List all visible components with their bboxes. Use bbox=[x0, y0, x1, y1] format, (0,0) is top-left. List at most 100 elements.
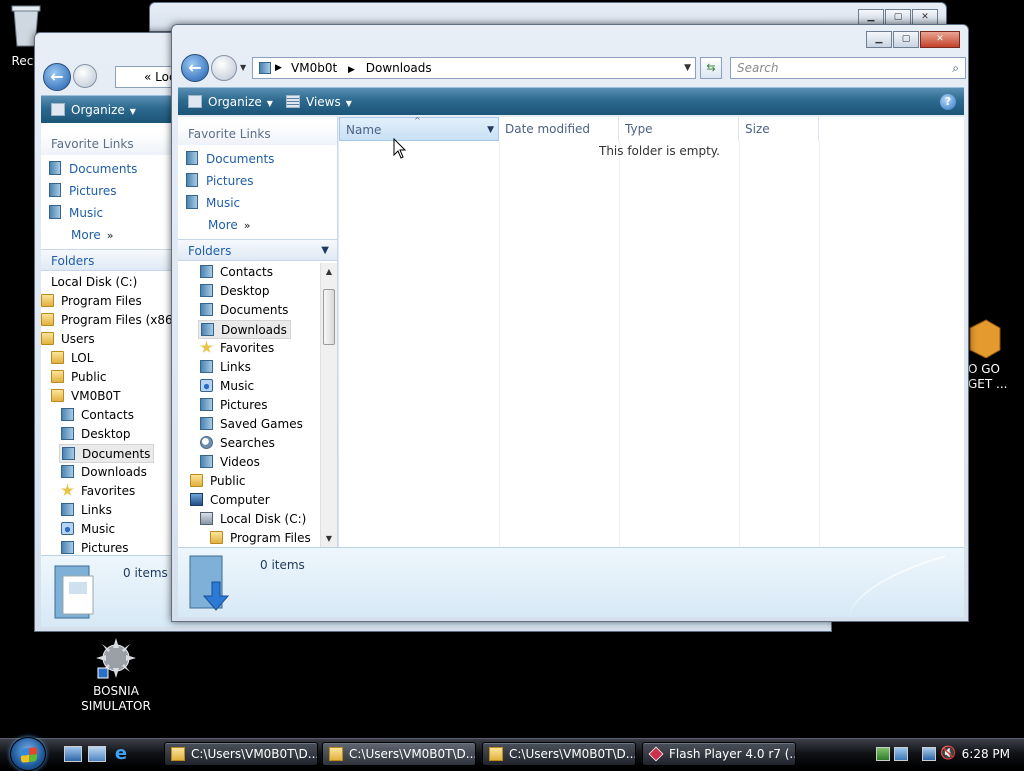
tree-item-local-disk[interactable]: Local Disk (C:) bbox=[200, 510, 306, 529]
back-tree-item[interactable]: Local Disk (C:) bbox=[51, 273, 137, 292]
column-header-type[interactable]: Type bbox=[619, 117, 739, 141]
column-header-name[interactable]: ^ Name ▼ bbox=[339, 116, 499, 142]
back-tree-item[interactable]: LOL bbox=[51, 349, 93, 368]
address-bar[interactable]: ▶ VM0b0t ▶ Downloads ▼ bbox=[252, 57, 696, 79]
scroll-up-icon[interactable]: ▲ bbox=[321, 263, 337, 280]
refresh-icon[interactable]: ⇆ bbox=[700, 57, 722, 79]
back-tree-item[interactable]: Users bbox=[41, 330, 95, 349]
back-window-organize-button[interactable]: Organize ▼ bbox=[51, 101, 136, 119]
breadcrumb-downloads[interactable]: Downloads bbox=[366, 61, 432, 75]
file-list[interactable]: ^ Name ▼ Date modified Type Size This fo… bbox=[339, 116, 964, 547]
bosnia-label-line1: BOSNIA bbox=[93, 684, 139, 698]
tree-item-pictures[interactable]: Pictures bbox=[200, 396, 268, 415]
scroll-down-icon[interactable]: ▼ bbox=[321, 530, 337, 547]
back-fav-documents[interactable]: Documents bbox=[49, 159, 137, 179]
desktop-icon-bosnia-simulator[interactable]: BOSNIA SIMULATOR bbox=[76, 636, 156, 714]
back-tree-item[interactable]: VM0B0T bbox=[51, 387, 120, 406]
tree-label: Links bbox=[220, 360, 251, 374]
column-header-size[interactable]: Size bbox=[739, 117, 819, 141]
back-button[interactable]: ← bbox=[181, 54, 209, 82]
back-window-folders-bar[interactable]: Folders bbox=[41, 249, 172, 271]
system-clock[interactable]: 6:28 PM bbox=[962, 739, 1010, 769]
column-label: Date modified bbox=[505, 122, 591, 136]
folder-icon bbox=[51, 370, 64, 383]
tree-label: Saved Games bbox=[220, 417, 303, 431]
decorative-swoosh bbox=[838, 555, 956, 617]
tree-item-desktop[interactable]: Desktop bbox=[200, 282, 270, 301]
back-tree-item[interactable]: Favorites bbox=[61, 482, 135, 501]
back-tree-item[interactable]: Desktop bbox=[61, 425, 131, 444]
column-filter-dropdown-icon[interactable]: ▼ bbox=[487, 118, 494, 142]
back-tree-item[interactable]: Links bbox=[61, 501, 112, 520]
taskbar-button-explorer-3[interactable]: C:\Users\VM0B0T\D... bbox=[482, 742, 636, 766]
pictures-icon bbox=[186, 173, 198, 187]
close-button[interactable]: ✕ bbox=[920, 31, 960, 48]
switch-windows-icon[interactable] bbox=[88, 746, 106, 762]
fav-link-more[interactable]: More » bbox=[208, 215, 250, 235]
tree-item-downloads[interactable]: Downloads bbox=[198, 320, 291, 339]
back-tree-item[interactable]: Public bbox=[51, 368, 107, 387]
back-window-back-button[interactable]: ← bbox=[43, 63, 71, 91]
tree-item-computer[interactable]: Computer bbox=[190, 491, 270, 510]
scroll-thumb[interactable] bbox=[323, 289, 335, 345]
network-icon[interactable] bbox=[922, 747, 936, 761]
minimize-button[interactable]: ▁ bbox=[866, 31, 892, 48]
back-tree-item[interactable]: Program Files bbox=[41, 292, 142, 311]
folders-scrollbar[interactable]: ▲ ▼ bbox=[320, 263, 337, 547]
recent-pages-chevron-icon[interactable]: ▼ bbox=[240, 63, 246, 72]
back-fav-pictures[interactable]: Pictures bbox=[49, 181, 117, 201]
column-divider bbox=[739, 141, 740, 547]
breadcrumb-separator-icon: ▶ bbox=[347, 65, 355, 75]
tree-item-videos[interactable]: Videos bbox=[200, 453, 260, 472]
tree-item-searches[interactable]: Searches bbox=[200, 434, 275, 453]
address-dropdown-icon[interactable]: ▼ bbox=[684, 58, 691, 78]
fav-link-documents[interactable]: Documents bbox=[186, 149, 274, 169]
back-tree-item[interactable]: Pictures bbox=[61, 539, 129, 555]
sort-ascending-icon: ^ bbox=[414, 116, 421, 125]
forward-button[interactable] bbox=[211, 55, 237, 81]
back-window-forward-button[interactable] bbox=[73, 64, 97, 88]
tree-item-favorites[interactable]: Favorites bbox=[200, 339, 274, 358]
tree-item-program-files[interactable]: Program Files bbox=[210, 529, 311, 547]
taskbar-button-flash-player[interactable]: Flash Player 4.0 r7 (... bbox=[642, 742, 796, 766]
explorer-window-front: ▁ ▢ ✕ ← ▼ ▶ VM0b0t ▶ Downloads ▼ ⇆ Searc… bbox=[171, 24, 969, 622]
internet-explorer-icon[interactable]: e bbox=[112, 745, 130, 763]
tree-item-saved-games[interactable]: Saved Games bbox=[200, 415, 303, 434]
views-button[interactable]: Views ▼ bbox=[286, 93, 352, 111]
taskbar-button-explorer-1[interactable]: C:\Users\VM0B0T\D... bbox=[164, 742, 318, 766]
back-fav-music[interactable]: Music bbox=[49, 203, 103, 223]
back-window-item-count: 0 items bbox=[123, 566, 168, 580]
show-desktop-icon[interactable] bbox=[64, 746, 82, 762]
back-fav-more[interactable]: More » bbox=[71, 225, 113, 245]
fav-link-music[interactable]: Music bbox=[186, 193, 240, 213]
breadcrumb-vm0b0t[interactable]: VM0b0t bbox=[291, 61, 337, 75]
organize-button[interactable]: Organize ▼ bbox=[188, 93, 273, 111]
start-button[interactable] bbox=[10, 737, 46, 771]
help-icon[interactable]: ? bbox=[940, 94, 956, 110]
fav-label: Pictures bbox=[69, 184, 117, 198]
tree-item-public[interactable]: Public bbox=[190, 472, 246, 491]
tree-item-documents[interactable]: Documents bbox=[200, 301, 288, 320]
search-input[interactable]: Search ⌕ bbox=[730, 57, 966, 79]
search-icon[interactable]: ⌕ bbox=[952, 58, 959, 78]
double-chevron-icon: » bbox=[243, 219, 251, 232]
tree-item-links[interactable]: Links bbox=[200, 358, 251, 377]
back-tree-item-selected[interactable]: Documents bbox=[59, 444, 155, 463]
back-tree-item[interactable]: Music bbox=[61, 520, 115, 539]
tree-label: Program Files bbox=[230, 531, 311, 545]
spiked-ball-icon bbox=[96, 638, 136, 679]
network-users-icon[interactable] bbox=[876, 747, 890, 761]
back-tree-item[interactable]: Program Files (x86) bbox=[41, 311, 172, 330]
volume-muted-icon[interactable]: 🔇 bbox=[940, 747, 956, 761]
maximize-button[interactable]: ▢ bbox=[893, 31, 919, 48]
folders-bar[interactable]: Folders ▼ bbox=[178, 239, 337, 261]
back-tree-item[interactable]: Contacts bbox=[61, 406, 134, 425]
taskbar-button-explorer-2[interactable]: C:\Users\VM0B0T\D... bbox=[322, 742, 476, 766]
tree-item-music[interactable]: Music bbox=[200, 377, 254, 396]
tree-item-contacts[interactable]: Contacts bbox=[200, 263, 273, 282]
folder-location-icon bbox=[259, 62, 271, 74]
windows-security-icon[interactable] bbox=[894, 747, 908, 761]
column-header-date-modified[interactable]: Date modified bbox=[499, 117, 619, 141]
back-tree-item[interactable]: Downloads bbox=[61, 463, 147, 482]
fav-link-pictures[interactable]: Pictures bbox=[186, 171, 254, 191]
